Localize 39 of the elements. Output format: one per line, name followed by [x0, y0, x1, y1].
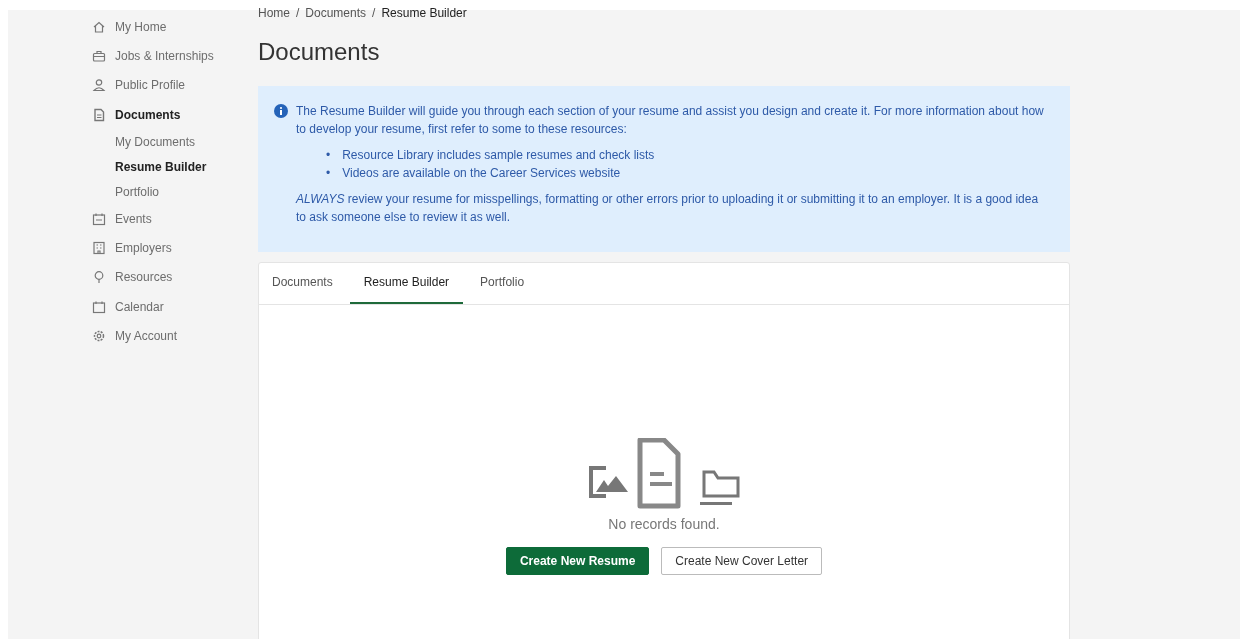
create-cover-letter-button[interactable]: Create New Cover Letter — [661, 547, 823, 575]
sidebar-item[interactable]: My Account — [92, 321, 258, 351]
sidebar-item[interactable]: Employers — [92, 233, 258, 263]
sidebar-subitem[interactable]: Portfolio — [92, 179, 258, 205]
breadcrumb-link[interactable]: Home — [258, 6, 290, 20]
settings-icon — [92, 329, 106, 343]
sidebar-item[interactable]: Events — [92, 204, 258, 234]
info-bullet: Videos are available on the Career Services website — [342, 165, 621, 182]
sidebar-item[interactable]: My Home — [92, 12, 258, 42]
sidebar-subitem[interactable]: My Documents — [92, 129, 258, 155]
sidebar-subitem[interactable]: Resume Builder — [92, 154, 258, 180]
info-text: The Resume Builder will guide you through each section of your resume and assist you design and create it. For more information about how to develop your resume, first refer to some to these resources: — [296, 103, 1045, 138]
bullet-marker: • — [326, 165, 331, 182]
tab[interactable]: Portfolio — [471, 263, 534, 304]
sidebar-item[interactable]: Public Profile — [92, 70, 258, 100]
lightbulb-icon — [92, 270, 106, 285]
sidebar-item[interactable]: Resources — [92, 262, 258, 293]
sidebar-item[interactable]: Documents — [92, 99, 258, 130]
briefcase-icon — [92, 48, 106, 63]
bullet-marker: • — [326, 147, 331, 164]
breadcrumb-separator: / — [296, 6, 300, 20]
breadcrumb-link[interactable]: Documents — [305, 6, 367, 20]
page-title: Documents — [258, 38, 381, 66]
tab[interactable]: Resume Builder — [349, 263, 464, 304]
document-icon — [92, 107, 106, 122]
home-icon — [92, 19, 106, 34]
calendar-icon — [92, 299, 106, 314]
info-icon — [274, 104, 288, 118]
person-icon — [92, 78, 106, 93]
breadcrumb-separator: / — [372, 6, 376, 20]
building-icon — [92, 241, 106, 256]
sidebar-item[interactable]: Calendar — [92, 292, 258, 322]
info-note: ALWAYS review your resume for misspellings, formatting or other errors prior to uploading it or submitting it to an employer. It is a good idea to ask someone else to review it as well. — [296, 191, 1040, 226]
info-bullet: Resource Library includes sample resumes and check lists — [342, 147, 655, 164]
tab[interactable]: Documents — [263, 263, 342, 304]
empty-message: No records found. — [608, 516, 720, 532]
calendar-icon — [92, 211, 106, 226]
create-resume-button[interactable]: Create New Resume — [505, 547, 650, 575]
sidebar-item[interactable]: Jobs & Internships — [92, 41, 258, 71]
